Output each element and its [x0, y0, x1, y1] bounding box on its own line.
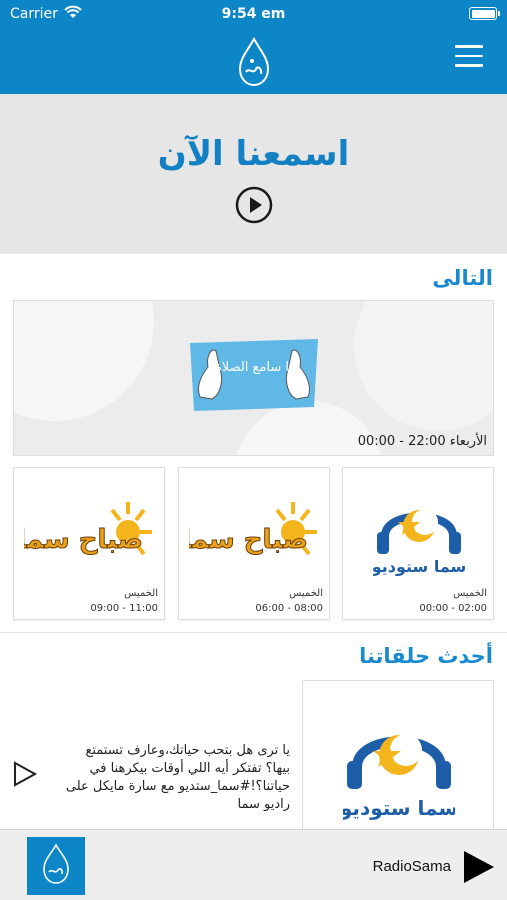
- mini-player: RadioSama: [0, 829, 507, 900]
- sabah-sama-logo: صباح سما: [24, 502, 152, 556]
- section-divider: [0, 632, 507, 633]
- episode-description: يا ترى هل بتحب حياتك،وعارف تستمتع بيها؟ …: [65, 743, 290, 812]
- next-section-title: التالى: [432, 266, 493, 290]
- play-icon[interactable]: [461, 850, 495, 884]
- card-day: الخميس: [124, 588, 158, 599]
- card-hours: 06:00 - 08:00: [255, 603, 323, 614]
- card-day: الخميس: [453, 588, 487, 599]
- sama-studio-logo: سما ستوديو: [373, 509, 465, 576]
- card-image-text: صباح سما: [189, 525, 308, 555]
- hamburger-menu-icon: [455, 45, 483, 48]
- status-time: 9:54 em: [221, 6, 286, 22]
- play-circle-icon[interactable]: [235, 186, 273, 224]
- episode-thumbnail[interactable]: سما ستوديو: [302, 680, 494, 845]
- featured-time: الأربعاء 22:00 - 00:00: [357, 434, 487, 449]
- sabah-sama-logo: صباح سما: [189, 502, 317, 556]
- card-image-text: صباح سما: [24, 525, 143, 555]
- next-featured-card[interactable]: يا سامع الصلاة الأربعاء 22:00 - 00:00: [13, 300, 494, 456]
- play-outline-icon[interactable]: [12, 760, 38, 788]
- app-header: [0, 28, 507, 94]
- menu-button[interactable]: [455, 45, 483, 71]
- listen-now-section: اسمعنا الآن: [0, 94, 507, 254]
- latest-section-title: أحدث حلقاتنا: [359, 644, 493, 668]
- episode-image-text: سما ستوديو: [343, 796, 455, 820]
- card-hours: 00:00 - 02:00: [419, 603, 487, 614]
- schedule-card-2[interactable]: صباح سما الخميس 06:00 - 08:00: [178, 467, 330, 620]
- card-day: الخميس: [289, 588, 323, 599]
- prayer-hands-image: يا سامع الصلاة: [190, 339, 318, 411]
- sama-studio-logo: سما ستوديو: [343, 734, 455, 820]
- card-hours: 09:00 - 11:00: [90, 603, 158, 614]
- schedule-card-1[interactable]: صباح سما الخميس 09:00 - 11:00: [13, 467, 165, 620]
- status-bar: Carrier 9:54 em: [0, 0, 507, 28]
- featured-image-text: يا سامع الصلاة: [215, 360, 293, 375]
- schedule-card-3[interactable]: سما ستوديو الخميس 00:00 - 02:00: [342, 467, 494, 620]
- listen-now-title: اسمعنا الآن: [157, 134, 350, 174]
- radio-sama-logo-icon: [43, 843, 69, 884]
- radio-sama-logo-icon[interactable]: [234, 36, 274, 88]
- player-thumbnail[interactable]: [27, 837, 85, 895]
- player-station-name: RadioSama: [372, 858, 451, 875]
- card-image-text: سما ستوديو: [373, 557, 465, 576]
- battery-icon: [469, 7, 500, 20]
